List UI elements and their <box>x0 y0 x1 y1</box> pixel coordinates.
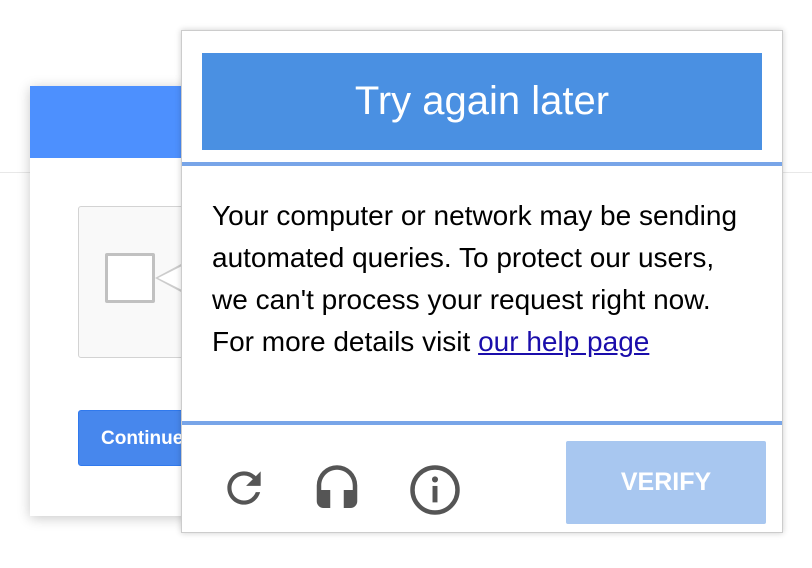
headphones-icon[interactable] <box>310 463 360 513</box>
popup-top-divider <box>182 162 782 166</box>
verify-button[interactable]: VERIFY <box>566 441 766 524</box>
recaptcha-checkbox[interactable] <box>105 253 155 303</box>
popup-pointer-fill <box>158 266 182 290</box>
error-message: Your computer or network may be sending … <box>212 195 752 363</box>
error-message-text: Your computer or network may be sending … <box>212 200 738 357</box>
info-icon[interactable] <box>408 463 460 515</box>
popup-bottom-divider <box>182 421 782 425</box>
popup-title: Try again later <box>202 53 762 150</box>
help-page-link[interactable]: our help page <box>478 326 649 357</box>
reload-icon[interactable] <box>219 463 269 513</box>
challenge-popup: Try again later Your computer or network… <box>181 30 783 533</box>
